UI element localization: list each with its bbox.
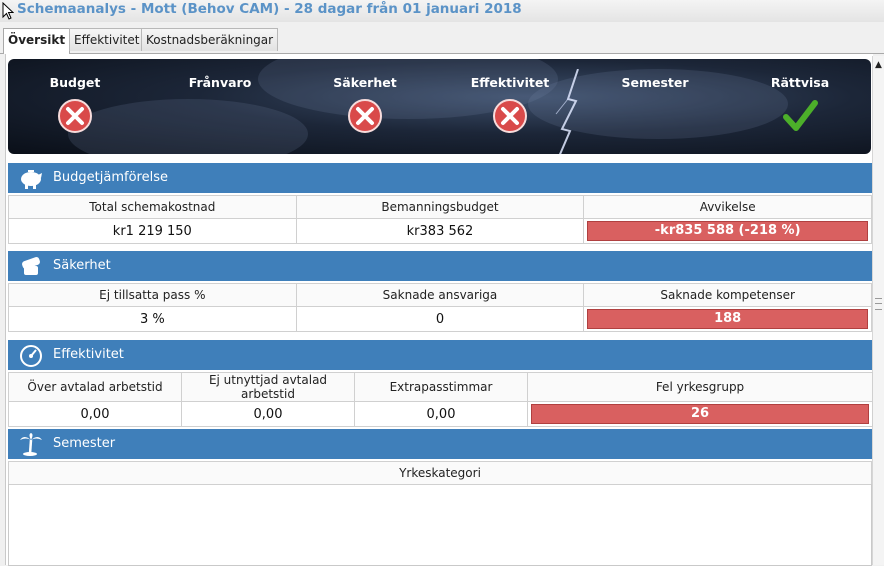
vacation-table: Yrkeskategori — [8, 461, 872, 485]
missing-competences-value: 188 — [587, 309, 868, 329]
column-header: Avvikelse — [583, 195, 872, 219]
status-banner: Budget Frånvaro Säkerhet Effektivitet Se… — [8, 59, 871, 154]
scrollbar-grip[interactable] — [875, 298, 882, 310]
section-header-budget: Budgetjämförelse — [8, 163, 872, 193]
mouse-cursor-icon — [2, 2, 14, 20]
deviation-value: -kr835 588 (-218 %) — [587, 221, 868, 241]
status-sakerhet-label: Säkerhet — [333, 75, 397, 90]
status-semester: Semester — [595, 75, 715, 90]
status-semester-label: Semester — [621, 75, 689, 90]
gauge-icon — [20, 345, 42, 367]
title-bar: Schemaanalys - Mott (Behov CAM) - 28 dag… — [0, 0, 884, 22]
vertical-scrollbar[interactable]: ▲ — [872, 56, 884, 565]
column-header: Fel yrkesgrupp — [527, 372, 873, 402]
window-title: Schemaanalys - Mott (Behov CAM) - 28 dag… — [17, 1, 522, 17]
fail-x-icon — [57, 98, 93, 134]
section-header-efficiency: Effektivitet — [8, 340, 872, 370]
column-header: Yrkeskategori — [8, 461, 872, 485]
efficiency-table: Över avtalad arbetstid Ej utnyttjad avta… — [8, 372, 873, 427]
missing-responsible: 0 — [295, 306, 585, 332]
staffing-budget: kr383 562 — [295, 218, 585, 244]
column-header: Över avtalad arbetstid — [8, 372, 182, 402]
section-header-safety: Säkerhet — [8, 251, 872, 281]
tab-effektivitet[interactable]: Effektivitet — [69, 28, 145, 51]
section-title-safety: Säkerhet — [53, 258, 111, 273]
column-header: Saknade ansvariga — [295, 283, 585, 307]
section-header-vacation: Semester — [8, 429, 872, 459]
unfilled-shifts-percent: 3 % — [8, 306, 297, 332]
wrong-profession-value: 26 — [531, 404, 869, 424]
unused-agreed-time: 0,00 — [181, 401, 355, 427]
status-franvaro: Frånvaro — [160, 75, 280, 90]
status-effektivitet-label: Effektivitet — [470, 75, 550, 90]
fail-x-icon — [347, 98, 383, 134]
status-rattvisa: Rättvisa — [740, 75, 860, 134]
tab-kostnadsberakningar[interactable]: Kostnadsberäkningar — [141, 28, 279, 51]
fail-x-icon — [492, 98, 528, 134]
status-sakerhet: Säkerhet — [305, 75, 425, 134]
column-header: Ej utnyttjad avtalad arbetstid — [181, 372, 355, 402]
over-agreed-time: 0,00 — [8, 401, 182, 427]
status-budget-label: Budget — [49, 75, 101, 90]
column-header: Ej tillsatta pass % — [8, 283, 297, 307]
column-header: Saknade kompetenser — [583, 283, 872, 307]
palm-tree-icon — [20, 433, 42, 456]
bandage-icon — [22, 257, 40, 275]
tab-bar: Översikt Effektivitet Kostnadsberäkninga… — [0, 28, 884, 54]
column-header: Total schemakostnad — [8, 195, 297, 219]
extra-shift-hours: 0,00 — [354, 401, 528, 427]
check-mark-icon — [782, 98, 818, 134]
status-effektivitet: Effektivitet — [450, 75, 570, 134]
piggy-bank-icon — [21, 170, 42, 189]
section-title-efficiency: Effektivitet — [53, 347, 124, 362]
safety-table: Ej tillsatta pass % Saknade ansvariga Sa… — [8, 283, 872, 332]
status-rattvisa-label: Rättvisa — [770, 75, 830, 90]
vacation-table-body — [8, 484, 872, 566]
column-header: Bemanningsbudget — [295, 195, 585, 219]
section-title-vacation: Semester — [53, 436, 116, 451]
scroll-up-arrow-icon[interactable]: ▲ — [875, 60, 882, 70]
total-schedule-cost: kr1 219 150 — [8, 218, 297, 244]
tab-oversikt[interactable]: Översikt — [3, 28, 71, 54]
column-header: Extrapasstimmar — [354, 372, 528, 402]
section-title-budget: Budgetjämförelse — [53, 170, 168, 185]
status-franvaro-label: Frånvaro — [188, 75, 252, 90]
budget-table: Total schemakostnad Bemanningsbudget Avv… — [8, 195, 872, 244]
status-budget: Budget — [15, 75, 135, 134]
